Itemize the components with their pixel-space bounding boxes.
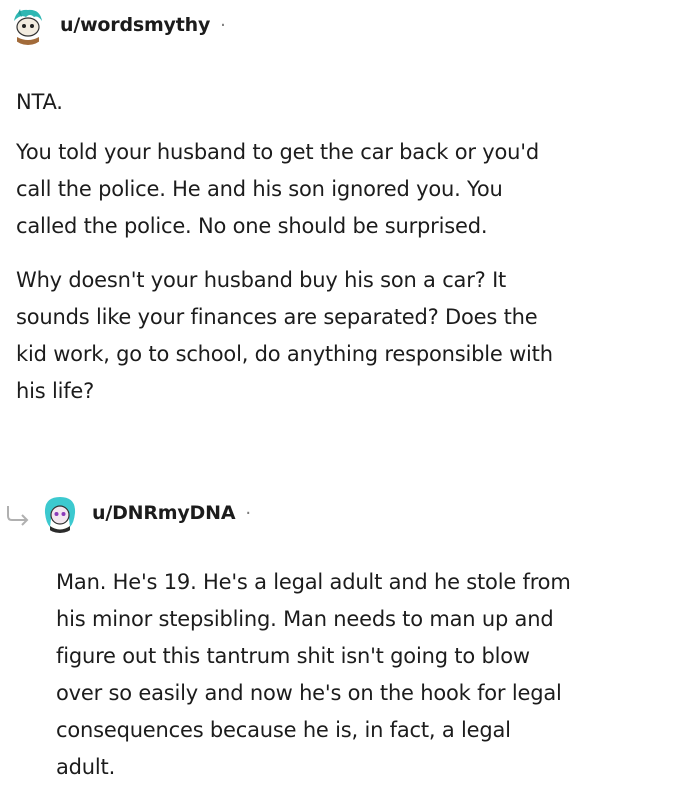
comment-paragraph: Why doesn't your husband buy his son a c… — [16, 262, 700, 410]
username-link[interactable]: u/DNRmyDNA — [92, 502, 236, 524]
text-line: call the police. He and his son ignored … — [16, 177, 503, 201]
separator-dot: · — [245, 502, 252, 524]
text-line: his life? — [16, 379, 95, 403]
text-line: adult. — [56, 755, 116, 779]
reply-arrow-icon — [7, 506, 29, 526]
comment-header: u/wordsmythy · — [8, 4, 226, 46]
username-link[interactable]: u/wordsmythy — [60, 14, 210, 36]
text-line: kid work, go to school, do anything resp… — [16, 342, 553, 366]
text-line: figure out this tantrum shit isn't going… — [56, 644, 530, 668]
separator-dot: · — [220, 14, 226, 36]
comment-paragraph: Man. He's 19. He's a legal adult and he … — [56, 564, 700, 786]
text-line: NTA. — [16, 90, 63, 114]
comment-paragraph: You told your husband to get the car bac… — [16, 134, 700, 245]
user-avatar-icon[interactable] — [8, 5, 48, 45]
text-line: Why doesn't your husband buy his son a c… — [16, 268, 507, 292]
text-line: consequences because he is, in fact, a l… — [56, 718, 511, 742]
text-line: called the police. No one should be surp… — [16, 214, 488, 238]
user-avatar-icon[interactable] — [40, 493, 80, 533]
text-line: You told your husband to get the car bac… — [16, 140, 539, 164]
comment-paragraph: NTA. — [16, 84, 696, 121]
text-line: his minor stepsibling. Man needs to man … — [56, 607, 554, 631]
comment-header: u/DNRmyDNA · — [0, 492, 251, 534]
text-line: over so easily and now he's on the hook … — [56, 681, 562, 705]
text-line: Man. He's 19. He's a legal adult and he … — [56, 570, 571, 594]
text-line: sounds like your finances are separated?… — [16, 305, 538, 329]
